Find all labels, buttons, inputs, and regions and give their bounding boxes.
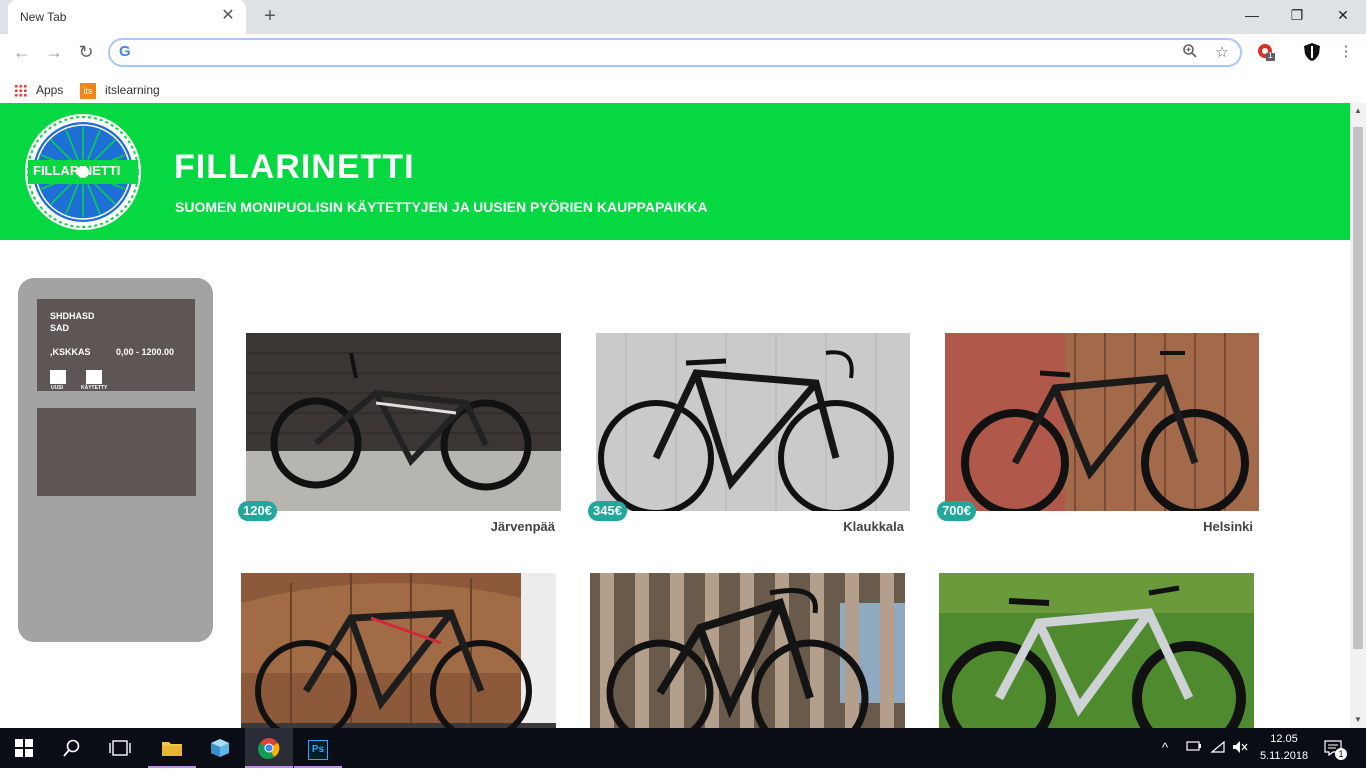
price-badge: 700€ (937, 501, 976, 521)
page-scrollbar[interactable]: ▲ ▼ (1350, 103, 1366, 728)
volume-muted-icon[interactable] (1232, 740, 1248, 757)
filter-box: SHDHASD SAD ,KSKKAS 0,00 - 1200.00 UUSI … (37, 299, 195, 391)
bike-photo[interactable] (241, 573, 556, 728)
close-window-button[interactable]: ✕ (1320, 0, 1366, 30)
bookmark-itslearning-label: itslearning (105, 83, 160, 97)
listing-card[interactable]: 345€ Klaukkala (588, 333, 910, 543)
checkbox-new[interactable] (50, 370, 66, 384)
extension-opera-icon[interactable]: 1 (1256, 42, 1276, 62)
tab-strip: New Tab ✕ + — ❐ ✕ (0, 0, 1366, 34)
listing-card[interactable]: 700€ Helsinki (937, 333, 1259, 543)
tab-title: New Tab (20, 10, 67, 24)
omnibox-input[interactable] (142, 43, 1172, 63)
price-range[interactable]: 0,00 - 1200.00 (116, 347, 174, 357)
page-viewport: FILLARINETTI FILLARINETTI SUOMEN MONIPUO… (0, 103, 1366, 728)
clock-time: 12.05 (1270, 733, 1298, 745)
listing-card[interactable] (590, 573, 905, 728)
battery-icon[interactable] (1186, 740, 1202, 755)
clock-date: 5.11.2018 (1259, 750, 1309, 762)
site-logo[interactable]: FILLARINETTI (22, 113, 144, 231)
bookmark-star-icon[interactable]: ☆ (1212, 43, 1232, 63)
minimize-button[interactable]: — (1229, 0, 1275, 30)
listing-card[interactable]: 120€ Järvenpää (238, 333, 561, 543)
address-bar[interactable]: G ☆ (108, 38, 1242, 67)
listing-city: Klaukkala (843, 519, 904, 534)
listing-card[interactable] (241, 573, 556, 728)
bike-photo[interactable] (939, 573, 1254, 728)
bookmark-apps-label: Apps (36, 83, 64, 97)
filter-line-1: SHDHASD (50, 311, 95, 321)
bookmark-apps[interactable]: Apps (14, 81, 63, 101)
back-button[interactable]: ← (10, 40, 34, 64)
site-header: FILLARINETTI FILLARINETTI SUOMEN MONIPUO… (0, 103, 1350, 240)
filter-line-2: SAD (50, 323, 70, 333)
extension-badge: 1 (1268, 51, 1273, 60)
app-cube-icon[interactable] (196, 728, 244, 768)
menu-icon[interactable]: ⋮ (1336, 42, 1356, 62)
reload-button[interactable]: ↻ (74, 40, 98, 64)
new-tab-button[interactable]: + (258, 4, 282, 28)
filter-box-secondary (37, 408, 196, 496)
listing-card[interactable] (939, 573, 1254, 728)
bike-photo[interactable] (246, 333, 561, 511)
google-icon: G (119, 43, 131, 60)
notification-count: 1 (1335, 748, 1347, 760)
price-badge: 120€ (238, 501, 277, 521)
start-button[interactable] (0, 728, 48, 768)
filter-panel: SHDHASD SAD ,KSKKAS 0,00 - 1200.00 UUSI … (18, 278, 213, 642)
filter-label: ,KSKKAS (50, 347, 91, 357)
bookmark-itslearning[interactable]: its itslearning (80, 81, 160, 101)
site-subtitle: SUOMEN MONIPUOLISIN KÄYTETTYJEN JA UUSIE… (175, 199, 708, 215)
listing-city: Järvenpää (490, 519, 555, 534)
price-badge: 345€ (588, 501, 627, 521)
file-explorer-icon[interactable] (148, 728, 196, 768)
windows-taskbar: Ps ^ 12.05 5.11.2018 1 (0, 728, 1366, 768)
bike-photo[interactable] (945, 333, 1259, 511)
chrome-icon[interactable] (245, 728, 293, 768)
wifi-icon[interactable] (1210, 740, 1226, 757)
checkbox-used-label: KÄYTETTY (81, 385, 108, 391)
site-title: FILLARINETTI (174, 148, 415, 186)
scroll-down-icon[interactable]: ▼ (1350, 712, 1366, 728)
tab-close-icon[interactable]: ✕ (218, 6, 238, 26)
logo-text: FILLARINETTI (33, 163, 121, 178)
scrollbar-thumb[interactable] (1353, 127, 1363, 649)
scroll-up-icon[interactable]: ▲ (1350, 103, 1366, 119)
browser-toolbar: ← → ↻ G ☆ 1 ⋮ (0, 34, 1366, 70)
bookmarks-bar: Apps its itslearning (0, 78, 1366, 103)
checkbox-new-label: UUSI (51, 385, 63, 391)
restore-button[interactable]: ❐ (1274, 0, 1320, 30)
chevron-up-icon[interactable]: ^ (1162, 740, 1168, 755)
apps-grid-icon (14, 84, 27, 98)
zoom-icon[interactable] (1180, 43, 1200, 63)
itslearning-icon: its (80, 82, 96, 99)
listing-city: Helsinki (1203, 519, 1253, 534)
checkbox-used[interactable] (86, 370, 102, 384)
forward-button[interactable]: → (42, 40, 66, 64)
shield-extension-icon[interactable] (1302, 42, 1322, 62)
photoshop-label: Ps (308, 740, 328, 760)
search-icon[interactable] (48, 728, 96, 768)
bike-photo[interactable] (596, 333, 910, 511)
notification-center-icon[interactable]: 1 (1324, 740, 1347, 760)
task-view-icon[interactable] (96, 728, 144, 768)
taskbar-clock[interactable]: 12.05 5.11.2018 (1256, 731, 1312, 765)
bike-photo[interactable] (590, 573, 905, 728)
tab-new-tab[interactable]: New Tab ✕ (8, 0, 246, 34)
photoshop-icon[interactable]: Ps (294, 728, 342, 768)
